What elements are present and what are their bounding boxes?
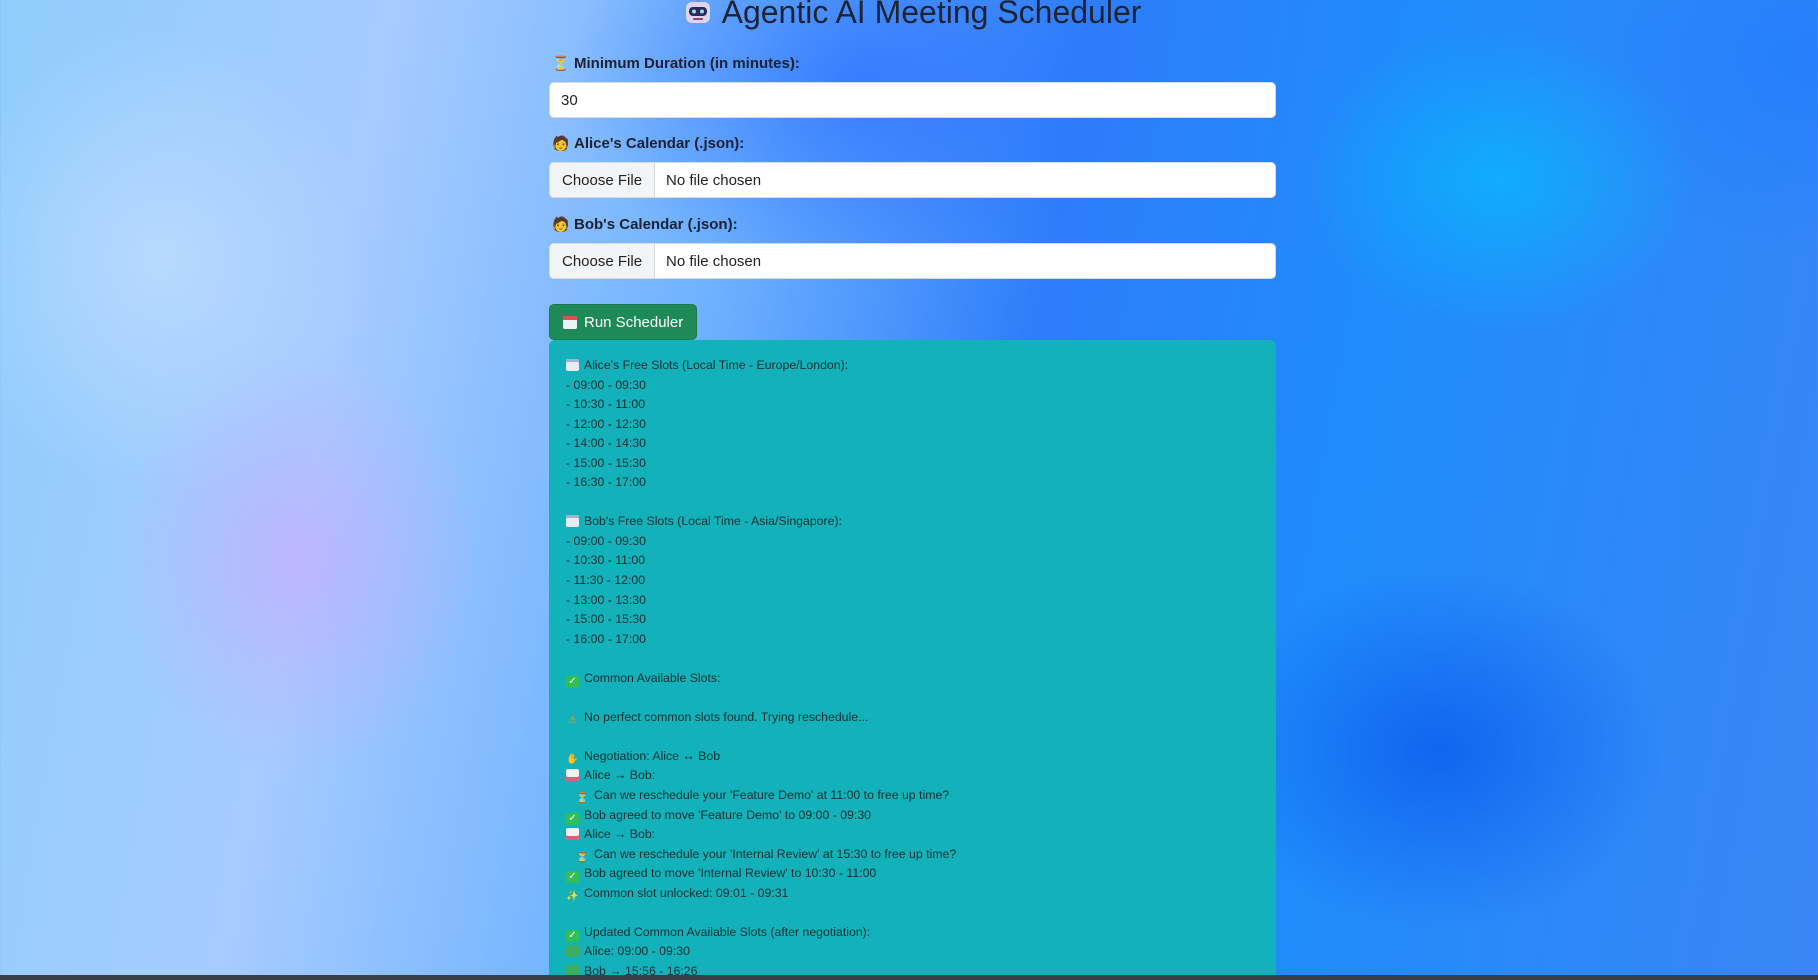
output-line-text: Can we reschedule your 'Internal Review'… bbox=[594, 846, 957, 861]
mail-icon bbox=[566, 769, 579, 782]
output-line-text: - 13:00 - 13:30 bbox=[566, 592, 646, 607]
output-line: Alice's Free Slots (Local Time - Europe/… bbox=[566, 356, 1276, 376]
alice-file-status: No file chosen bbox=[666, 171, 762, 189]
output-line: - 10:30 - 11:00 bbox=[566, 551, 1276, 571]
calendar-icon bbox=[563, 315, 577, 329]
output-line: - 15:00 - 15:30 bbox=[566, 454, 1276, 474]
output-line: - 09:00 - 09:30 bbox=[566, 376, 1276, 396]
check-icon: ✓ bbox=[566, 871, 579, 884]
output-line-text: No perfect common slots found. Trying re… bbox=[584, 709, 869, 724]
output-line-text: Alice → Bob: bbox=[584, 768, 656, 783]
output-line-text: - 09:00 - 09:30 bbox=[566, 533, 646, 548]
output-line: - 09:00 - 09:30 bbox=[566, 532, 1276, 552]
output-line-text: Bob's Free Slots (Local Time - Asia/Sing… bbox=[584, 514, 842, 529]
output-line-text: - 16:30 - 17:00 bbox=[566, 475, 646, 490]
alice-calendar-label: 🧑 Alice's Calendar (.json): bbox=[552, 135, 745, 152]
calendar-icon bbox=[566, 359, 579, 371]
output-line: ✋ Negotiation: Alice ↔ Bob bbox=[566, 747, 1276, 767]
output-line: - 15:00 - 15:30 bbox=[566, 610, 1276, 630]
output-line: - 16:00 - 17:00 bbox=[566, 630, 1276, 650]
scheduler-output-panel: Alice's Free Slots (Local Time - Europe/… bbox=[549, 340, 1276, 980]
page-title: Agentic AI Meeting Scheduler bbox=[549, 0, 1276, 30]
calendar-icon bbox=[566, 515, 579, 528]
mail-icon bbox=[566, 828, 579, 841]
check-icon: ✓ bbox=[566, 929, 579, 942]
output-line: ✓ Common Available Slots: bbox=[566, 669, 1276, 689]
output-line-text: - 12:00 - 12:30 bbox=[566, 416, 646, 431]
sparkle-icon: ✨ bbox=[566, 890, 579, 902]
bob-calendar-file-input[interactable]: Choose File No file chosen bbox=[549, 243, 1276, 279]
check-icon: ✓ bbox=[566, 675, 579, 688]
output-line: ✓ Bob agreed to move 'Internal Review' to… bbox=[566, 864, 1276, 884]
output-line: Alice → Bob: bbox=[566, 766, 1276, 786]
output-line-text: Bob agreed to move 'Internal Review' to … bbox=[584, 866, 877, 881]
warning-icon: ⚠ bbox=[568, 714, 577, 726]
output-line-text: - 16:00 - 17:00 bbox=[566, 631, 646, 646]
output-line: - 12:00 - 12:30 bbox=[566, 415, 1276, 435]
handshake-icon: ✋ bbox=[566, 753, 579, 765]
output-line-text: Alice's Free Slots (Local Time - Europe/… bbox=[584, 358, 849, 372]
alice-calendar-file-input[interactable]: Choose File No file chosen bbox=[549, 162, 1276, 198]
output-line: ⏳ Can we reschedule your 'Feature Demo' a… bbox=[566, 786, 1276, 806]
output-line-text: Bob agreed to move 'Feature Demo' to 09:… bbox=[584, 807, 872, 822]
alice-choose-file-button[interactable]: Choose File bbox=[550, 163, 656, 197]
output-line-text: Updated Common Available Slots (after ne… bbox=[584, 924, 871, 939]
output-line: - 14:00 - 14:30 bbox=[566, 434, 1276, 454]
output-line-text: Can we reschedule your 'Feature Demo' at… bbox=[594, 788, 950, 803]
output-line: ⏳ Can we reschedule your 'Internal Review… bbox=[566, 845, 1276, 865]
output-line: Alice: 09:00 - 09:30 bbox=[566, 942, 1276, 962]
robot-icon bbox=[684, 0, 712, 23]
output-line-text: - 10:30 - 11:00 bbox=[566, 397, 646, 412]
output-line-text: Alice → Bob: bbox=[584, 827, 656, 842]
output-line-text: Common slot unlocked: 09:01 - 09:31 bbox=[584, 885, 789, 900]
duration-input[interactable] bbox=[549, 82, 1276, 118]
output-line-text: - 09:00 - 09:30 bbox=[566, 377, 646, 392]
run-scheduler-button[interactable]: Run Scheduler bbox=[549, 304, 697, 340]
output-line: ✨ Common slot unlocked: 09:01 - 09:31 bbox=[566, 884, 1276, 904]
bob-choose-file-button[interactable]: Choose File bbox=[550, 244, 656, 278]
output-line: - 16:30 - 17:00 bbox=[566, 473, 1276, 493]
output-line-text: - 14:00 - 14:30 bbox=[566, 436, 646, 451]
output-line: Bob's Free Slots (Local Time - Asia/Sing… bbox=[566, 512, 1276, 532]
output-line-text: Negotiation: Alice ↔ Bob bbox=[584, 748, 721, 763]
output-line-text: - 15:00 - 15:30 bbox=[566, 455, 646, 470]
output-line-text: - 11:30 - 12:00 bbox=[566, 573, 646, 588]
output-line: ⚠ No perfect common slots found. Trying r… bbox=[566, 708, 1276, 728]
output-line: - 11:30 - 12:00 bbox=[566, 571, 1276, 591]
output-line: - 13:00 - 13:30 bbox=[566, 591, 1276, 611]
window-bottom-edge bbox=[0, 975, 1818, 980]
output-line: ✓ Updated Common Available Slots (after n… bbox=[566, 923, 1276, 943]
person-icon: 🧑 bbox=[552, 216, 570, 232]
globe-icon bbox=[566, 945, 579, 958]
output-line: - 10:30 - 11:00 bbox=[566, 395, 1276, 415]
output-line-text: Alice: 09:00 - 09:30 bbox=[584, 944, 690, 959]
output-line: Alice → Bob: bbox=[566, 825, 1276, 845]
bob-file-status: No file chosen bbox=[666, 252, 762, 270]
hourglass-icon: ⏳ bbox=[576, 793, 589, 805]
person-icon: 🧑 bbox=[552, 135, 570, 151]
hourglass-icon: ⏳ bbox=[552, 55, 570, 71]
check-icon: ✓ bbox=[566, 812, 579, 825]
output-line-text: Common Available Slots: bbox=[584, 670, 721, 685]
bob-calendar-label: 🧑 Bob's Calendar (.json): bbox=[552, 216, 738, 233]
hourglass-icon: ⏳ bbox=[576, 851, 589, 863]
page-title-text: Agentic AI Meeting Scheduler bbox=[721, 0, 1142, 30]
output-line-text: - 10:30 - 11:00 bbox=[566, 553, 646, 568]
output-line: ✓ Bob agreed to move 'Feature Demo' to 09… bbox=[566, 806, 1276, 826]
duration-label: ⏳ Minimum Duration (in minutes): bbox=[552, 55, 800, 72]
output-line-text: - 15:00 - 15:30 bbox=[566, 612, 646, 627]
